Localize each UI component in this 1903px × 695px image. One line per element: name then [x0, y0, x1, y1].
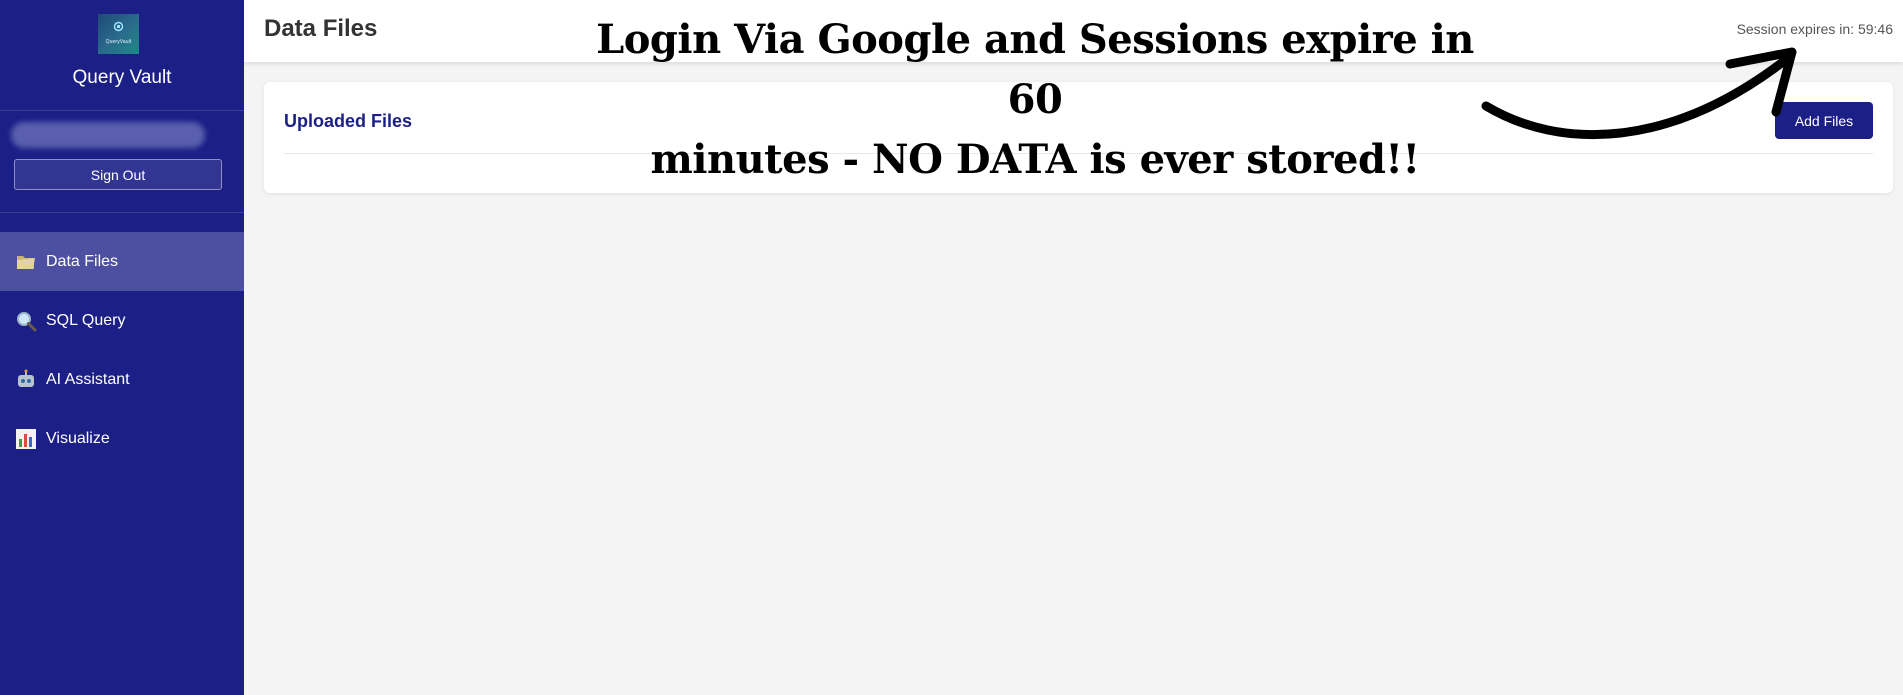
sidebar-item-visualize[interactable]: Visualize [0, 409, 244, 468]
brand-name: Query Vault [72, 67, 172, 88]
magnifier-icon [14, 309, 38, 333]
user-block: Sign Out [0, 111, 244, 213]
session-timer: Session expires in: 59:46 [1736, 21, 1893, 37]
sign-out-button[interactable]: Sign Out [14, 159, 222, 190]
annotation-line-1: Login Via Google and Sessions expire in … [596, 16, 1474, 123]
folder-icon [14, 250, 38, 274]
page-title: Data Files [264, 15, 378, 42]
logo-mark-icon [113, 21, 124, 32]
card-title: Uploaded Files [284, 111, 413, 131]
annotation-line-2: minutes - NO DATA is ever stored!! [650, 136, 1420, 183]
logo-text: QueryVault [105, 39, 132, 45]
sidebar-nav: Data Files SQL Query AI Assistant Visual… [0, 232, 244, 468]
query-vault-logo: QueryVault [98, 14, 139, 54]
sidebar-item-data-files[interactable]: Data Files [0, 232, 244, 291]
sidebar-item-label: AI Assistant [46, 370, 130, 388]
sidebar-item-ai-assistant[interactable]: AI Assistant [0, 350, 244, 409]
annotation-arrow-icon [1481, 47, 1797, 140]
bar-chart-icon [14, 427, 38, 451]
robot-icon [14, 368, 38, 392]
sidebar: QueryVault Query Vault Sign Out Data Fil… [0, 0, 244, 695]
sidebar-item-label: SQL Query [46, 311, 126, 329]
user-email-redacted [11, 122, 205, 148]
sidebar-item-label: Visualize [46, 429, 110, 447]
annotation-overlay: Login Via Google and Sessions expire in … [590, 10, 1480, 190]
sidebar-item-sql-query[interactable]: SQL Query [0, 291, 244, 350]
sidebar-item-label: Data Files [46, 252, 119, 270]
sidebar-brand: QueryVault Query Vault [0, 0, 244, 111]
